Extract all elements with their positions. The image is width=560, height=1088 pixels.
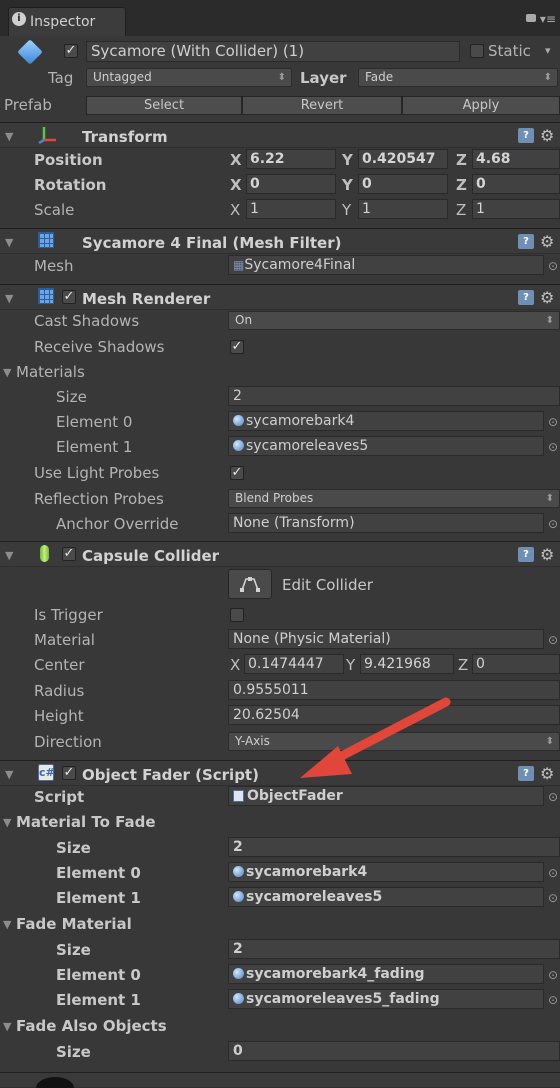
- annotation-arrow: [300, 697, 451, 778]
